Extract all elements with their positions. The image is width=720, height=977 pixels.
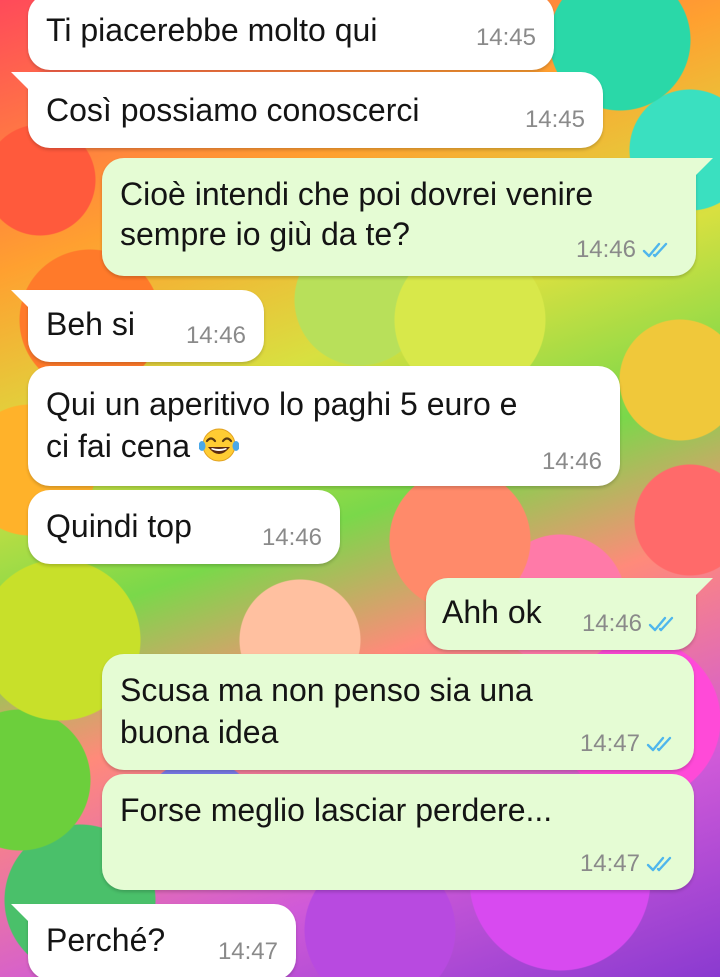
message-bubble-outgoing[interactable]: Forse meglio lasciar perdere... 14:47 bbox=[102, 774, 694, 890]
message-text-line: sempre io giù da te? bbox=[120, 216, 410, 252]
message-text: Ahh ok bbox=[442, 594, 542, 630]
message-timestamp: 14:47 bbox=[580, 850, 676, 878]
message-text-line: ci fai cena bbox=[46, 426, 239, 466]
message-text: Beh si bbox=[46, 306, 135, 342]
message-text-line: Qui un aperitivo lo paghi 5 euro e bbox=[46, 386, 518, 422]
message-bubble-incoming[interactable]: Così possiamo conoscerci 14:45 bbox=[11, 72, 603, 148]
message-bubble-incoming[interactable]: Ti piacerebbe molto qui 14:45 bbox=[28, 0, 554, 70]
message-bubble-incoming[interactable]: Qui un aperitivo lo paghi 5 euro e ci fa… bbox=[28, 366, 620, 486]
message-timestamp: 14:46 bbox=[185, 322, 246, 349]
bubble-tail bbox=[11, 904, 29, 922]
message-text-line: Scusa ma non penso sia una bbox=[120, 672, 533, 708]
double-check-icon bbox=[646, 736, 672, 752]
bubble-tail bbox=[11, 290, 29, 308]
message-text-line: buona idea bbox=[120, 714, 279, 750]
message-bubble-outgoing[interactable]: Ahh ok 14:46 bbox=[426, 578, 713, 650]
message-bubble-outgoing[interactable]: Cioè intendi che poi dovrei venire sempr… bbox=[102, 158, 713, 276]
message-timestamp: 14:46 bbox=[541, 448, 602, 475]
message-timestamp: 14:46 bbox=[582, 610, 678, 638]
message-text: Perché? bbox=[46, 922, 166, 958]
message-text: Quindi top bbox=[46, 508, 192, 544]
double-check-icon bbox=[646, 856, 672, 872]
message-text: Forse meglio lasciar perdere... bbox=[120, 792, 553, 828]
message-timestamp: 14:47 bbox=[580, 730, 676, 758]
message-bubble-outgoing[interactable]: Scusa ma non penso sia una buona idea 14… bbox=[102, 654, 694, 770]
message-text-line: Cioè intendi che poi dovrei venire bbox=[120, 176, 594, 212]
message-timestamp: 14:47 bbox=[217, 938, 278, 965]
chat-conversation: Ti piacerebbe molto qui 14:45 Così possi… bbox=[0, 0, 720, 977]
message-text: Così possiamo conoscerci bbox=[46, 92, 420, 128]
message-bubble-incoming[interactable]: Quindi top 14:46 bbox=[28, 490, 340, 564]
message-timestamp: 14:45 bbox=[524, 106, 585, 133]
message-bubble-incoming[interactable]: Beh si 14:46 bbox=[11, 290, 264, 362]
message-timestamp: 14:46 bbox=[261, 524, 322, 551]
double-check-icon bbox=[648, 616, 674, 632]
message-timestamp: 14:46 bbox=[576, 236, 672, 264]
double-check-icon bbox=[642, 242, 668, 258]
bubble-tail bbox=[695, 158, 713, 176]
message-timestamp: 14:45 bbox=[475, 24, 536, 51]
bubble-tail bbox=[11, 72, 29, 90]
message-bubble-incoming[interactable]: Perché? 14:47 bbox=[11, 904, 296, 977]
laughing-tears-emoji bbox=[198, 428, 239, 462]
message-text: Ti piacerebbe molto qui bbox=[46, 12, 378, 48]
bubble-tail bbox=[695, 578, 713, 596]
